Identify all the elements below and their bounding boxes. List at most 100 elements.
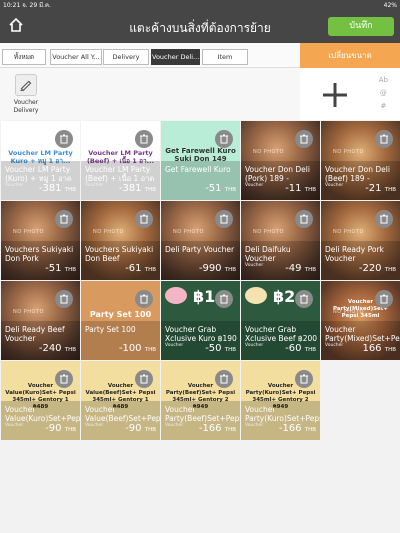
delete-button[interactable] [375,210,393,228]
card-name: Voucher LM Party (Kuro) + หมู 1 อาด [5,165,72,183]
card-currency: THB [224,267,236,273]
card-price: -50 THB [205,343,236,354]
delete-button[interactable] [55,370,73,388]
trash-icon [220,294,228,304]
product-card[interactable]: NO PHOTO Deli Ready Pork Voucher -220 THB [321,201,400,280]
product-card[interactable]: NO PHOTO Deli Daifuku Voucher Voucher -49 T… [241,201,320,280]
product-card[interactable]: NO PHOTO Deli Party Voucher -990 THB [161,201,240,280]
product-card[interactable]: Voucher Value(Beef)Set+ Pepsi 345ml+ Gen… [81,361,160,440]
tab-item[interactable]: Item [202,49,248,65]
no-photo-label: NO PHOTO [333,229,364,235]
card-currency: THB [144,267,156,273]
trash-icon [60,294,68,304]
delete-button[interactable] [295,210,313,228]
card-name: Party Set 100 [85,325,136,334]
card-currency: THB [304,347,316,353]
delete-button[interactable] [215,370,233,388]
text-option[interactable]: Ab [379,74,388,87]
card-price: -11 THB [285,183,316,194]
product-card[interactable]: Voucher Party(Beef)Set+ Pepsi 345ml+ Gen… [161,361,240,440]
tab-delivery[interactable]: Delivery [103,49,149,65]
delete-button[interactable] [215,130,233,148]
status-battery: 42% [383,2,397,9]
product-card[interactable]: NO PHOTO Vouchers Sukiyaki Don Pork -51 TH… [1,201,80,280]
delete-button[interactable] [295,290,313,308]
hash-option[interactable]: # [379,100,388,113]
card-price: -21 THB [365,183,396,194]
product-card[interactable]: NO PHOTO Vouchers Sukiyaki Don Beef -61 TH… [81,201,160,280]
no-photo-label: NO PHOTO [253,229,284,235]
card-price: -90 THB [125,423,156,434]
trash-icon [60,214,68,224]
product-card[interactable]: NO PHOTO Voucher Don Deli (Pork) 189 - Vou… [241,121,320,200]
delete-button[interactable] [55,210,73,228]
delete-button[interactable] [215,290,233,308]
save-button[interactable]: บันทึก [328,17,394,36]
card-currency: THB [224,427,236,433]
status-time: 10:21 จ. 29 มี.ค. [3,2,51,9]
tab-voucher-delivery[interactable]: Voucher Deli... [151,49,200,65]
header: แตะค้างบนสิ่งที่ต้องการย้าย บันทึก [0,11,400,43]
product-card[interactable]: NO PHOTO Voucher Party(Mixed)Set+ Pepsi 3… [321,281,400,360]
delete-button[interactable] [135,290,153,308]
product-card[interactable]: ฿1 Voucher Grab Xclusive Kuro ฿190 Voucher… [161,281,240,360]
resize-button[interactable]: เปลี่ยนขนาด [300,43,400,68]
trash-icon [380,214,388,224]
delete-button[interactable] [375,290,393,308]
card-subtitle: Voucher [245,343,264,348]
item-grid: Voucher LM Party Kuro + หมู 1 อา... Vouch… [0,121,400,441]
card-subtitle: Voucher [5,423,24,428]
card-subtitle: Voucher [165,343,184,348]
card-name: Deli Ready Beef Voucher [5,325,65,343]
trash-icon [300,374,308,384]
card-currency: THB [304,427,316,433]
delete-button[interactable] [135,370,153,388]
card-price: -60 THB [285,343,316,354]
tab-all[interactable]: ทั้งหมด [2,49,46,65]
trash-icon [380,294,388,304]
card-currency: THB [144,347,156,353]
delete-button[interactable] [135,130,153,148]
trash-icon [300,134,308,144]
product-card[interactable]: Voucher LM Party (Beef) + เนื้อ 1 อา... V… [81,121,160,200]
no-photo-label: NO PHOTO [253,149,284,155]
product-card[interactable]: Get Farewell Kuro Suki Don 149 Get Farewe… [161,121,240,200]
card-currency: THB [64,427,76,433]
delete-button[interactable] [295,370,313,388]
link-option[interactable]: @ [379,87,388,100]
delete-button[interactable] [55,290,73,308]
no-photo-label: NO PHOTO [93,229,124,235]
plus-icon[interactable] [320,80,350,110]
delete-button[interactable] [295,130,313,148]
home-icon[interactable] [8,17,24,33]
category-voucher-delivery[interactable]: Voucher Delivery [6,74,46,115]
delete-button[interactable] [55,130,73,148]
product-card[interactable]: NO PHOTO Voucher Don Deli (Beef) 189 - Vou… [321,121,400,200]
trash-icon [60,134,68,144]
delete-button[interactable] [135,210,153,228]
card-price: -381 THB [118,183,156,194]
product-card[interactable]: Voucher Value(Kuro)Set+ Pepsi 345ml+ Gen… [1,361,80,440]
product-card[interactable]: Voucher Party(Kuro)Set+ Pepsi 345ml+ Gen… [241,361,320,440]
product-card[interactable]: Voucher LM Party Kuro + หมู 1 อา... Vouch… [1,121,80,200]
product-card[interactable]: ฿2 Voucher Grab Xclusive Beef ฿200 Voucher… [241,281,320,360]
card-name: Deli Daifuku Voucher [245,245,291,263]
add-panel: Ab @ # [300,68,400,120]
card-name: Voucher Party(Mixed)Set+Pepsi [325,325,400,343]
product-card[interactable]: Party Set 100 Party Set 100 -100 THB [81,281,160,360]
card-price: -51 THB [45,263,76,274]
card-name: Voucher Value(Beef)Set+Pepsi [85,405,160,423]
card-name: Voucher Grab Xclusive Kuro ฿190 [165,325,237,343]
card-subtitle: Voucher [245,183,264,188]
delete-button[interactable] [215,210,233,228]
card-price: -166 THB [198,423,236,434]
tab-voucher-all[interactable]: Voucher All Y... [50,49,102,65]
delete-button[interactable] [375,130,393,148]
product-card[interactable]: NO PHOTO Deli Ready Beef Voucher -240 THB [1,281,80,360]
card-price: -381 THB [38,183,76,194]
card-price: -90 THB [45,423,76,434]
trash-icon [140,294,148,304]
card-name: Get Farewell Kuro [165,165,231,174]
card-name: Voucher Don Deli (Pork) 189 - [245,165,310,183]
card-currency: THB [304,187,316,193]
